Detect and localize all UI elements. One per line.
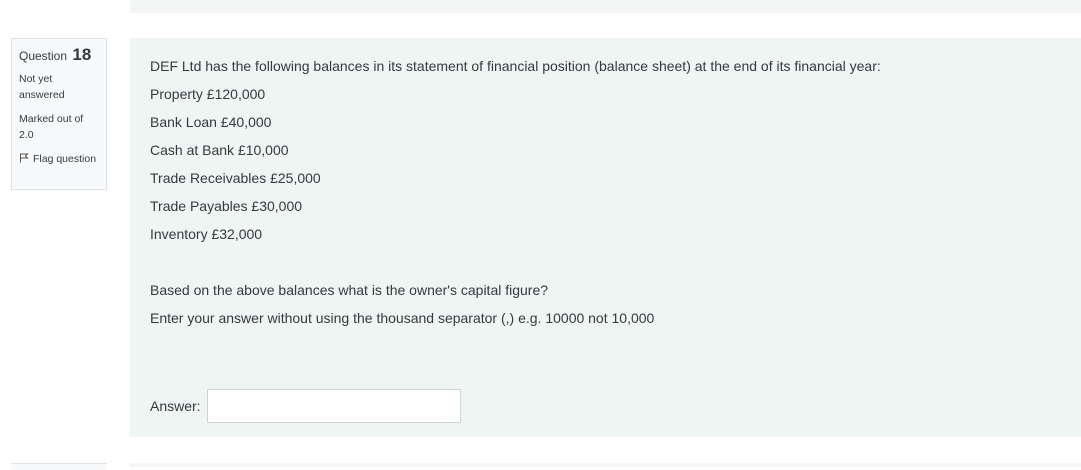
question-intro: DEF Ltd has the following balances in it…: [150, 58, 881, 74]
flag-icon: [19, 152, 29, 163]
answer-input[interactable]: [206, 389, 461, 423]
question-grade: Marked out of 2.0: [19, 113, 84, 141]
question-heading: Question 18: [19, 45, 99, 65]
question-prompt: Based on the above balances what is the …: [150, 282, 549, 298]
question-label: Question: [19, 49, 68, 63]
question-instruction: Enter your answer without using the thou…: [150, 310, 655, 326]
flag-question-toggle[interactable]: Flag question: [19, 151, 99, 167]
answer-label: Answer:: [150, 398, 201, 414]
question-state: Not yet answered: [19, 73, 65, 101]
next-question-strip: [130, 463, 1081, 467]
balance-item: Trade Receivables £25,000: [150, 170, 321, 186]
balance-item: Property £120,000: [150, 86, 266, 102]
question-content: DEF Ltd has the following balances in it…: [130, 38, 1081, 437]
balance-item: Trade Payables £30,000: [150, 198, 303, 214]
balance-item: Bank Loan £40,000: [150, 114, 272, 130]
question-number: 18: [72, 45, 92, 64]
flag-question-label: Flag question: [33, 153, 97, 165]
balance-item: Cash at Bank £10,000: [150, 142, 289, 158]
balance-item: Inventory £32,000: [150, 226, 263, 242]
answer-row: Answer:: [150, 389, 461, 423]
previous-question-strip: [130, 0, 1081, 13]
question-text: DEF Ltd has the following balances in it…: [150, 52, 881, 332]
question-info-panel: Question 18 Not yet answered Marked out …: [11, 38, 107, 190]
